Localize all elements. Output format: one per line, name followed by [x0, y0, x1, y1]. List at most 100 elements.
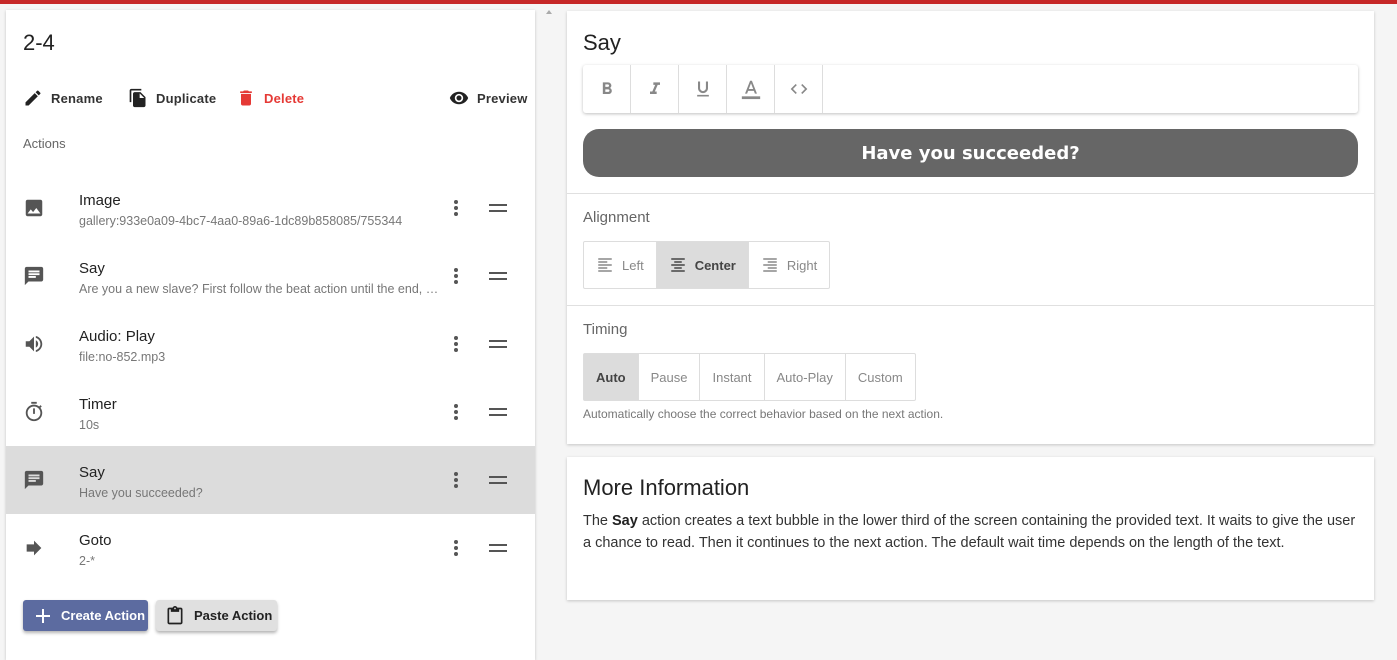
underline-icon	[696, 81, 709, 97]
align-right-button[interactable]: Right	[749, 242, 829, 288]
code-icon	[790, 84, 807, 94]
alignment-selector: Left Center Right	[583, 241, 831, 289]
clipboard-icon	[167, 605, 183, 624]
trash-icon	[240, 90, 252, 106]
action-row-goto[interactable]: Goto 2-*	[6, 514, 535, 582]
text-color-button[interactable]	[727, 65, 775, 113]
eye-icon	[449, 91, 469, 105]
timing-autoplay-button[interactable]: Auto-Play	[765, 354, 846, 400]
alignment-label: Alignment	[583, 209, 650, 226]
action-title: Audio: Play	[79, 328, 155, 345]
delete-button[interactable]: Delete	[236, 86, 304, 110]
align-left-icon	[598, 258, 612, 272]
action-title: Timer	[79, 396, 117, 413]
more-vert-icon[interactable]	[446, 468, 466, 492]
drag-handle-icon[interactable]	[486, 402, 510, 422]
say-editor-card: Say Have you succeeded? Alignment Left C…	[567, 11, 1374, 444]
info-title: More Information	[583, 475, 750, 500]
info-text-prefix: The	[583, 513, 613, 529]
align-center-icon	[670, 258, 685, 272]
action-row-image[interactable]: Image gallery:933e0a09-4bc7-4aa0-89a6-1d…	[6, 174, 535, 242]
format-toolbar	[583, 65, 1358, 113]
page-title: 2-4	[23, 30, 55, 55]
app-top-bar	[0, 0, 1397, 4]
align-center-label: Center	[694, 257, 736, 273]
timing-selector: Auto Pause Instant Auto-Play Custom	[583, 353, 916, 401]
more-vert-icon[interactable]	[446, 332, 466, 356]
action-list-panel: 2-4 Rename Duplicate Delete Preview Acti…	[6, 10, 535, 660]
paste-action-button[interactable]: Paste Action	[156, 600, 277, 631]
info-text: The Say action creates a text bubble in …	[583, 510, 1358, 554]
timing-hint: Automatically choose the correct behavio…	[583, 407, 944, 421]
timer-icon	[23, 401, 45, 423]
text-color-icon	[741, 80, 760, 100]
more-vert-icon[interactable]	[446, 536, 466, 560]
more-information-card: More Information The Say action creates …	[567, 457, 1374, 600]
align-center-button[interactable]: Center	[656, 242, 749, 288]
align-right-label: Right	[786, 257, 818, 273]
duplicate-button[interactable]: Duplicate	[128, 86, 216, 110]
action-title: Say	[79, 464, 105, 481]
rename-label: Rename	[51, 90, 103, 106]
create-action-label: Create Action	[61, 608, 146, 623]
info-text-rest: action creates a text bubble in the lowe…	[583, 513, 1356, 551]
italic-button[interactable]	[631, 65, 679, 113]
arrow-right-icon	[23, 537, 45, 559]
paste-action-label: Paste Action	[194, 608, 273, 623]
preview-label: Preview	[477, 90, 528, 106]
drag-handle-icon[interactable]	[486, 334, 510, 354]
action-detail: Have you succeeded?	[79, 486, 203, 500]
align-left-label: Left	[622, 257, 644, 273]
drag-handle-icon[interactable]	[486, 198, 510, 218]
chat-icon	[23, 265, 45, 287]
page-toolbar: Rename Duplicate Delete Preview	[23, 86, 527, 110]
drag-handle-icon[interactable]	[486, 266, 510, 286]
image-icon	[23, 197, 45, 219]
action-detail: 10s	[79, 418, 100, 432]
bold-icon	[602, 82, 612, 94]
underline-button[interactable]	[679, 65, 727, 113]
copy-icon	[129, 88, 146, 108]
rename-button[interactable]: Rename	[23, 86, 103, 110]
duplicate-label: Duplicate	[156, 90, 217, 106]
more-vert-icon[interactable]	[446, 264, 466, 288]
timing-custom-button[interactable]: Custom	[846, 354, 915, 400]
action-title: Image	[79, 192, 121, 209]
pencil-icon	[25, 90, 41, 106]
drag-handle-icon[interactable]	[486, 538, 510, 558]
action-title: Goto	[79, 532, 112, 549]
align-left-button[interactable]: Left	[584, 242, 657, 288]
action-row-say[interactable]: Say Are you a new slave? First follow th…	[6, 242, 535, 310]
timing-pause-button[interactable]: Pause	[639, 354, 701, 400]
action-list: Image gallery:933e0a09-4bc7-4aa0-89a6-1d…	[6, 174, 535, 582]
more-vert-icon[interactable]	[446, 400, 466, 424]
say-bubble-preview[interactable]: Have you succeeded?	[583, 129, 1358, 177]
speaker-icon	[23, 333, 45, 355]
align-right-icon	[763, 258, 777, 272]
italic-icon	[649, 82, 660, 94]
action-row-timer[interactable]: Timer 10s	[6, 378, 535, 446]
action-row-audio-play[interactable]: Audio: Play file:no-852.mp3	[6, 310, 535, 378]
divider	[567, 305, 1374, 306]
action-detail: gallery:933e0a09-4bc7-4aa0-89a6-1dc89b85…	[79, 214, 403, 228]
plus-icon	[36, 608, 50, 623]
bold-button[interactable]	[583, 65, 631, 113]
timing-auto-button[interactable]: Auto	[584, 354, 639, 400]
chat-icon	[23, 469, 45, 491]
scroll-up-arrow-icon[interactable]	[545, 9, 553, 15]
create-action-button[interactable]: Create Action	[23, 600, 148, 631]
drag-handle-icon[interactable]	[486, 470, 510, 490]
actions-section-label: Actions	[23, 136, 66, 151]
preview-button[interactable]: Preview	[449, 86, 528, 110]
timing-label: Timing	[583, 321, 628, 338]
action-detail: 2-*	[79, 554, 95, 568]
more-vert-icon[interactable]	[446, 196, 466, 220]
editor-title: Say	[583, 30, 621, 55]
action-detail: Are you a new slave? First follow the be…	[79, 282, 439, 296]
action-row-say-selected[interactable]: Say Have you succeeded?	[6, 446, 535, 514]
code-button[interactable]	[775, 65, 823, 113]
action-title: Say	[79, 260, 105, 277]
action-detail: file:no-852.mp3	[79, 350, 166, 364]
info-text-bold: Say	[612, 513, 638, 529]
timing-instant-button[interactable]: Instant	[700, 354, 765, 400]
